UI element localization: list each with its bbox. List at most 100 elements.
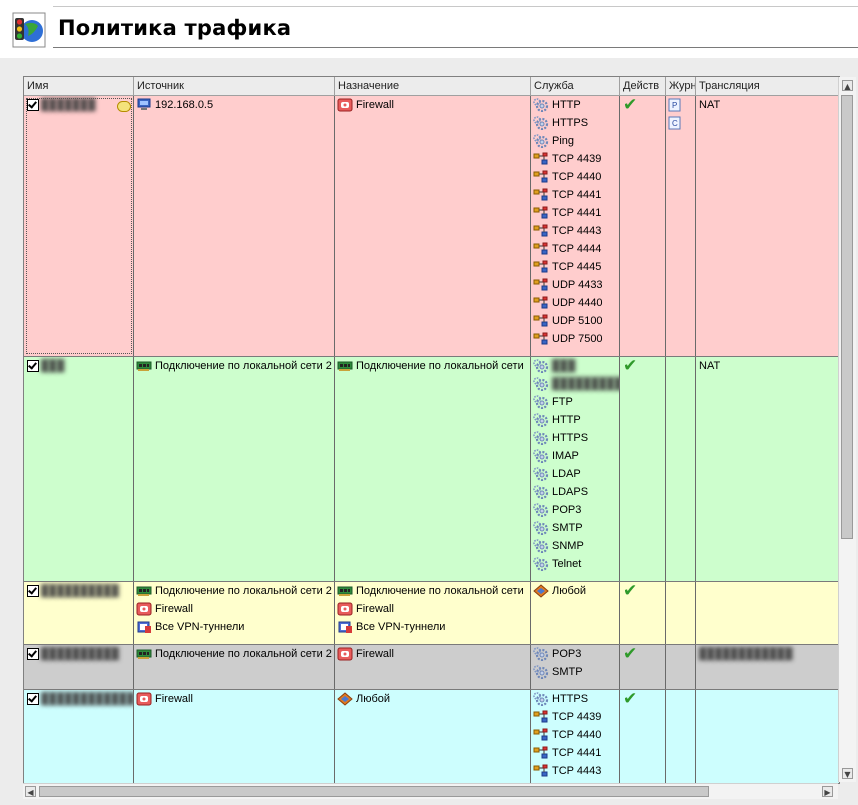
log-c-icon[interactable]: C — [666, 114, 695, 132]
cell-source[interactable]: Подключение по локальной сети 2 — [134, 357, 335, 581]
cell-destination[interactable]: Любой — [335, 690, 531, 783]
scroll-left-arrow-icon[interactable]: ◀ — [25, 786, 36, 797]
service-item-text: UDP 4433 — [552, 279, 603, 291]
cell-name[interactable]: ███████ — [24, 96, 134, 356]
cell-destination[interactable]: Подключение по локальной сети — [335, 357, 531, 581]
cell-log[interactable] — [666, 582, 696, 644]
service-gear-icon — [533, 521, 549, 536]
service-item: Любой — [531, 582, 619, 600]
column-header-destination[interactable]: Назначение — [335, 77, 531, 95]
service-gear-icon — [533, 359, 549, 374]
vertical-scroll-thumb[interactable] — [841, 95, 853, 539]
service-item-text: TCP 4441 — [552, 747, 602, 759]
column-header-service[interactable]: Служба — [531, 77, 620, 95]
svg-text:C: C — [672, 119, 678, 128]
cell-destination[interactable]: Firewall — [335, 96, 531, 356]
cell-source[interactable]: 192.168.0.5 — [134, 96, 335, 356]
cell-translation[interactable] — [696, 582, 839, 644]
service-item-text: ████████████ — [552, 378, 620, 390]
cell-source[interactable]: Подключение по локальной сети 2 Firewall В… — [134, 582, 335, 644]
cell-translation[interactable]: NAT — [696, 96, 839, 356]
service-item: POP3 — [531, 501, 619, 519]
destination-item-text: Любой — [356, 693, 391, 705]
destination-item-text: Firewall — [356, 603, 394, 615]
cell-log[interactable] — [666, 690, 696, 783]
comment-icon[interactable] — [117, 101, 131, 112]
rule-enabled-checkbox[interactable] — [27, 693, 39, 705]
policy-row[interactable]: ███████ 192.168.0.5 Firewall HTTP HTTPS Ping T… — [24, 96, 839, 357]
policy-row[interactable]: ████████████ Firewall Любой HTTPS TCP 4439 TC… — [24, 690, 839, 783]
service-item: HTTP — [531, 96, 619, 114]
cell-action[interactable]: ✔ — [620, 96, 666, 356]
cell-action[interactable]: ✔ — [620, 357, 666, 581]
cell-action[interactable]: ✔ — [620, 645, 666, 689]
cell-destination[interactable]: Подключение по локальной сети Firewall Все… — [335, 582, 531, 644]
service-item: TCP 4444 — [531, 240, 619, 258]
column-header-log[interactable]: Журн — [666, 77, 696, 95]
destination-item-text: Firewall — [356, 99, 394, 111]
rule-enabled-checkbox[interactable] — [27, 585, 39, 597]
firewall-icon — [337, 98, 353, 112]
column-header-name[interactable]: Имя — [24, 77, 134, 95]
service-item: TCP 4443 — [531, 222, 619, 240]
rule-enabled-checkbox[interactable] — [27, 99, 39, 111]
policy-row[interactable]: ███ Подключение по локальной сети 2 Подклю… — [24, 357, 839, 582]
cell-services[interactable]: HTTPS TCP 4439 TCP 4440 TCP 4441 TCP 4443 — [531, 690, 620, 783]
cell-translation[interactable] — [696, 690, 839, 783]
destination-item-text: Подключение по локальной сети — [356, 585, 524, 597]
vertical-scrollbar[interactable]: ▲ ▼ — [838, 77, 856, 782]
network-card-icon — [337, 584, 353, 598]
page-title: Политика трафика — [58, 16, 292, 40]
policy-row[interactable]: ██████████ Подключение по локальной сети … — [24, 582, 839, 645]
cell-name[interactable]: ██████████ — [24, 582, 134, 644]
port-icon — [533, 152, 549, 166]
policy-row[interactable]: ██████████ Подключение по локальной сети … — [24, 645, 839, 690]
cell-services[interactable]: HTTP HTTPS Ping TCP 4439 TCP 4440 TCP 4441 TCP… — [531, 96, 620, 356]
cell-name[interactable]: ██████████ — [24, 645, 134, 689]
horizontal-scrollbar[interactable]: ◀ ▶ — [23, 783, 838, 799]
column-header-translation[interactable]: Трансляция — [696, 77, 839, 95]
destination-item: Firewall — [335, 96, 530, 114]
service-gear-icon — [533, 116, 549, 131]
cell-source[interactable]: Подключение по локальной сети 2 — [134, 645, 335, 689]
service-item: ████████████ — [531, 375, 619, 393]
rule-name-text: ██████████ — [41, 648, 119, 660]
cell-name[interactable]: ████████████ — [24, 690, 134, 783]
service-item: LDAPS — [531, 483, 619, 501]
cell-log[interactable] — [666, 645, 696, 689]
cell-services[interactable]: ███████████████FTPHTTPHTTPSIMAPLDAPLDAPS… — [531, 357, 620, 581]
scroll-up-arrow-icon[interactable]: ▲ — [842, 80, 853, 91]
cell-log[interactable]: PC — [666, 96, 696, 356]
cell-services[interactable]: Любой — [531, 582, 620, 644]
column-header-source[interactable]: Источник — [134, 77, 335, 95]
source-item-text: Firewall — [155, 603, 193, 615]
destination-item: Firewall — [335, 645, 530, 663]
any-icon — [337, 692, 353, 706]
service-item-text: TCP 4441 — [552, 189, 602, 201]
cell-action[interactable]: ✔ — [620, 690, 666, 783]
scroll-right-arrow-icon[interactable]: ▶ — [822, 786, 833, 797]
cell-log[interactable] — [666, 357, 696, 581]
rule-enabled-checkbox[interactable] — [27, 648, 39, 660]
cell-services[interactable]: POP3 SMTP — [531, 645, 620, 689]
cell-action[interactable]: ✔ — [620, 582, 666, 644]
port-icon — [533, 170, 549, 184]
cell-source[interactable]: Firewall — [134, 690, 335, 783]
log-p-icon[interactable]: P — [666, 96, 695, 114]
cell-destination[interactable]: Firewall — [335, 645, 531, 689]
port-icon — [533, 224, 549, 238]
cell-name[interactable]: ███ — [24, 357, 134, 581]
title-separator-bottom — [53, 47, 858, 48]
cell-translation[interactable]: ████████████ — [696, 645, 839, 689]
horizontal-scroll-thumb[interactable] — [39, 786, 709, 797]
cell-translation[interactable]: NAT — [696, 357, 839, 581]
column-header-action[interactable]: Действ — [620, 77, 666, 95]
service-item: UDP 4433 — [531, 276, 619, 294]
service-item-text: LDAP — [552, 468, 581, 480]
scroll-down-arrow-icon[interactable]: ▼ — [842, 768, 853, 779]
service-item-text: TCP 4444 — [552, 243, 602, 255]
service-item-text: Любой — [552, 585, 587, 597]
service-item: HTTPS — [531, 690, 619, 708]
rule-enabled-checkbox[interactable] — [27, 360, 39, 372]
allow-check-icon: ✔ — [623, 645, 638, 664]
